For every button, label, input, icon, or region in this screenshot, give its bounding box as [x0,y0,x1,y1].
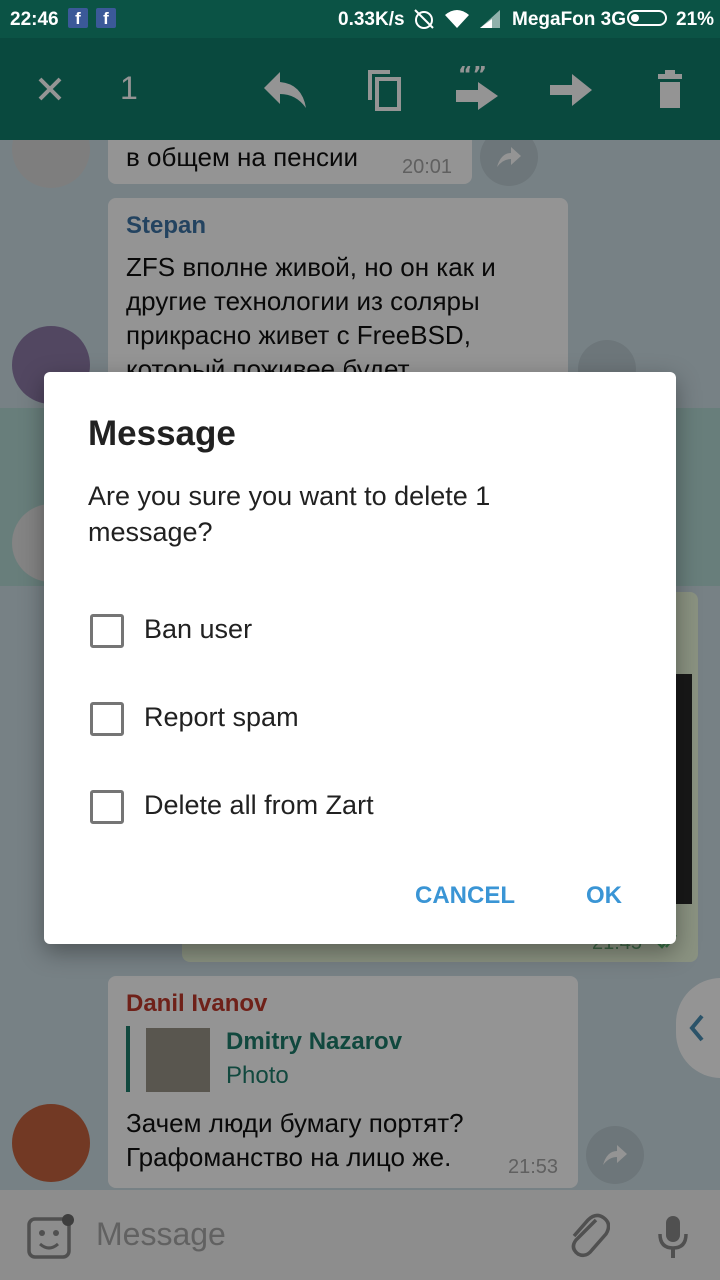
dialog-body: Are you sure you want to delete 1 messag… [88,481,491,547]
ok-button[interactable]: OK [586,882,622,910]
option-report-spam[interactable]: Report spam [44,686,676,750]
facebook-icon: f [68,8,88,28]
battery-icon [627,10,667,26]
signal-icon [480,10,500,28]
option-label: Delete all from Zart [144,790,374,820]
carrier-name: MegaFon 3G [512,9,627,30]
facebook-icon: f [96,8,116,28]
checkbox[interactable] [90,614,124,648]
dialog-title: Message [88,414,236,453]
status-bar: 22:46 f f 0.33K/s MegaFon 3G 21% [0,0,720,38]
cancel-button[interactable]: CANCEL [415,882,515,910]
mute-alarm-icon [414,9,434,29]
option-ban-user[interactable]: Ban user [44,598,676,662]
status-time: 22:46 [10,9,59,30]
checkbox[interactable] [90,702,124,736]
option-delete-all[interactable]: Delete all from Zart [44,774,676,838]
option-label: Ban user [144,614,253,644]
delete-message-dialog: Message Are you sure you want to delete … [44,372,676,944]
option-label: Report spam [144,702,299,732]
wifi-icon [445,10,469,28]
battery-percent: 21% [676,9,715,30]
network-speed: 0.33K/s [338,9,405,30]
checkbox[interactable] [90,790,124,824]
